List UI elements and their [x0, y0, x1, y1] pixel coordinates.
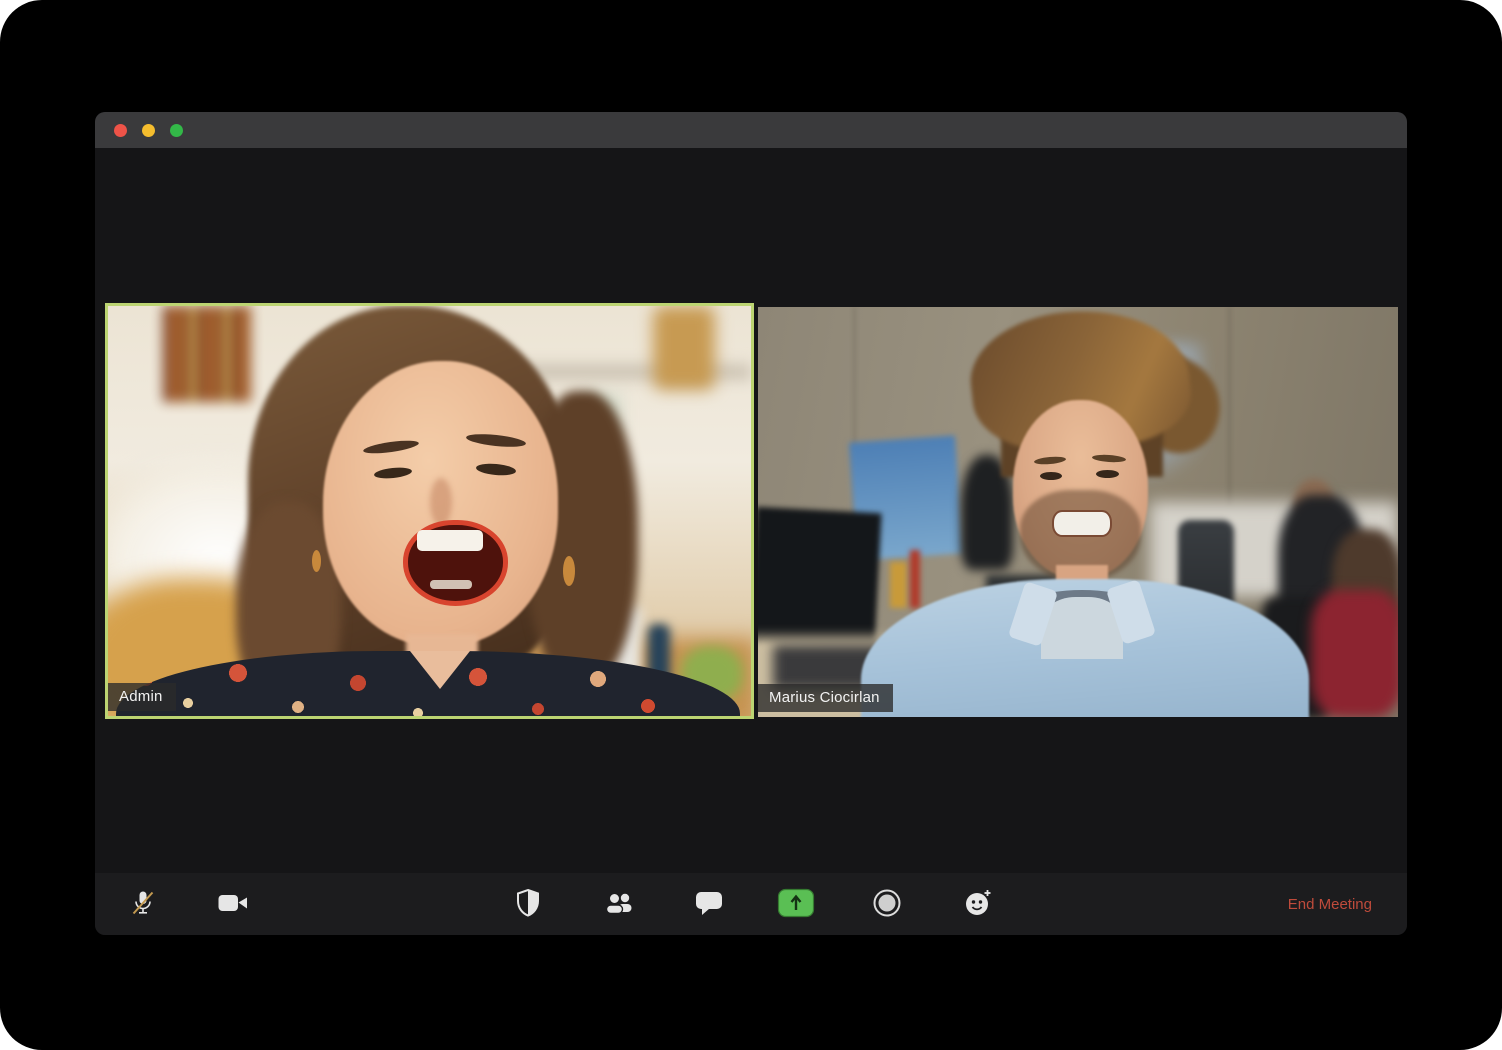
dark-monitor-shape: [758, 506, 882, 652]
eye-left-shape: [1040, 472, 1062, 480]
video-grid: Admin Marius Ciocirlan: [95, 148, 1407, 873]
teeth-shape: [417, 530, 483, 551]
earring-left-shape: [312, 550, 321, 572]
maximize-window-button[interactable]: [170, 123, 183, 137]
video-camera-icon: [217, 891, 249, 918]
desktop-background: Admin Marius Ciocirlan End Meeting: [0, 0, 1502, 1050]
meeting-toolbar: End Meeting: [95, 873, 1407, 935]
red-sweater-shape: [1311, 590, 1398, 717]
record-circle-icon: [871, 887, 903, 922]
wood-item-shape: [653, 306, 715, 390]
security-button[interactable]: [506, 873, 550, 935]
video-tile-admin[interactable]: Admin: [105, 303, 754, 719]
red-desk-item-shape: [910, 550, 920, 608]
share-screen-button[interactable]: [774, 873, 818, 935]
video-button[interactable]: [211, 873, 255, 935]
trophy-shape: [890, 562, 907, 608]
zoom-meeting-window: Admin Marius Ciocirlan End Meeting: [95, 112, 1407, 935]
participant-name-badge: Marius Ciocirlan: [758, 684, 893, 712]
bookshelf-shape: [163, 306, 251, 402]
mute-button[interactable]: [121, 873, 165, 935]
participants-icon: [602, 889, 636, 920]
lower-teeth-shape: [430, 580, 472, 589]
eye-right-shape: [1096, 470, 1119, 478]
share-screen-arrow-icon: [776, 887, 816, 922]
minimize-window-button[interactable]: [142, 123, 155, 137]
microphone-muted-icon: [128, 888, 158, 921]
smile-teeth-shape: [1052, 510, 1112, 537]
earring-right-shape: [563, 556, 575, 586]
record-button[interactable]: [865, 873, 909, 935]
close-window-button[interactable]: [114, 123, 127, 137]
video-tile-marius[interactable]: Marius Ciocirlan: [758, 307, 1398, 717]
window-titlebar: [95, 112, 1407, 148]
participants-button[interactable]: [597, 873, 641, 935]
reactions-button[interactable]: [956, 873, 1000, 935]
participant-name-badge: Admin: [108, 683, 176, 711]
end-meeting-button[interactable]: End Meeting: [1282, 873, 1378, 935]
concrete-seam-shape: [1228, 307, 1231, 507]
chat-bubble-icon: [694, 889, 724, 920]
shield-icon: [514, 888, 542, 921]
chat-button[interactable]: [687, 873, 731, 935]
nose-shape: [430, 478, 452, 526]
smiley-plus-icon: [962, 887, 994, 922]
